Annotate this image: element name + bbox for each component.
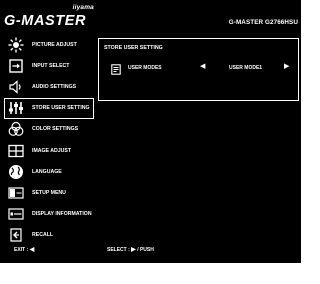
menu-item-setup-menu[interactable]: SETUP MENU	[4, 182, 96, 203]
setup-menu-icon	[7, 185, 25, 201]
menu-item-label: STORE USER SETTING	[32, 105, 90, 112]
picture-adjust-icon	[7, 37, 25, 53]
menu-item-language[interactable]: LANGUAGE	[4, 161, 96, 182]
menu-item-label: RECALL	[32, 232, 54, 239]
user-modes-row[interactable]: USER MODES ◀ USER MODE1 ▶	[99, 60, 298, 76]
footer-hints: EXIT : ◀ SELECT : ▶ / PUSH	[0, 244, 301, 258]
color-circles-icon	[7, 121, 25, 137]
menu-item-audio-settings[interactable]: AUDIO SETTINGS	[4, 76, 96, 97]
menu-item-label: AUDIO SETTINGS	[32, 83, 77, 90]
input-select-icon	[7, 58, 25, 74]
osd-menu: iiyama G-MASTER G-MASTER G2766HSU PICTUR…	[0, 0, 301, 263]
main-menu: PICTURE ADJUST INPUT SELECT AUDIO SETTIN…	[4, 34, 96, 246]
brand-label: G-MASTER	[4, 13, 87, 29]
recall-icon	[7, 227, 25, 243]
menu-item-color-settings[interactable]: COLOR SETTINGS	[4, 119, 96, 140]
menu-item-recall[interactable]: RECALL	[4, 225, 96, 246]
user-mode-icon	[111, 62, 121, 75]
select-suffix: / PUSH	[137, 247, 154, 253]
left-arrow-button[interactable]: ◀	[200, 62, 205, 70]
image-adjust-icon	[7, 143, 25, 159]
menu-item-label: PICTURE ADJUST	[32, 41, 77, 48]
select-label: SELECT :	[107, 247, 130, 253]
select-arrow-icon: ▶	[131, 247, 136, 253]
menu-item-label: INPUT SELECT	[32, 62, 70, 69]
exit-label: EXIT :	[14, 247, 29, 253]
header-bar: iiyama G-MASTER G-MASTER G2766HSU	[0, 0, 301, 30]
sliders-icon	[7, 100, 25, 116]
speaker-icon	[7, 79, 25, 95]
panel-title: STORE USER SETTING	[104, 45, 163, 51]
display-information-icon	[7, 206, 25, 222]
menu-item-display-information[interactable]: DISPLAY INFORMATION	[4, 204, 96, 225]
menu-item-label: IMAGE ADJUST	[32, 147, 72, 154]
menu-item-label: LANGUAGE	[32, 168, 62, 175]
submenu-panel: STORE USER SETTING USER MODES ◀ USER MOD…	[98, 38, 299, 101]
select-hint: SELECT : ▶ / PUSH	[107, 246, 154, 253]
menu-item-label: COLOR SETTINGS	[32, 126, 79, 133]
user-mode-value: USER MODE1	[229, 65, 263, 71]
brand-logo: iiyama G-MASTER	[4, 4, 94, 29]
exit-arrow-icon: ◀	[29, 247, 35, 253]
menu-item-label: DISPLAY INFORMATION	[32, 211, 92, 218]
model-name: G-MASTER G2766HSU	[228, 19, 298, 26]
menu-item-image-adjust[interactable]: IMAGE ADJUST	[4, 140, 96, 161]
menu-item-input-select[interactable]: INPUT SELECT	[4, 55, 96, 76]
right-arrow-button[interactable]: ▶	[284, 62, 289, 70]
brand-sub-label: iiyama	[72, 4, 94, 11]
user-modes-label: USER MODES	[128, 65, 162, 71]
menu-item-picture-adjust[interactable]: PICTURE ADJUST	[4, 34, 96, 55]
menu-item-store-user-setting[interactable]: STORE USER SETTING	[4, 97, 94, 119]
menu-item-label: SETUP MENU	[32, 189, 66, 196]
globe-icon	[7, 164, 25, 180]
exit-hint: EXIT : ◀	[14, 246, 34, 253]
